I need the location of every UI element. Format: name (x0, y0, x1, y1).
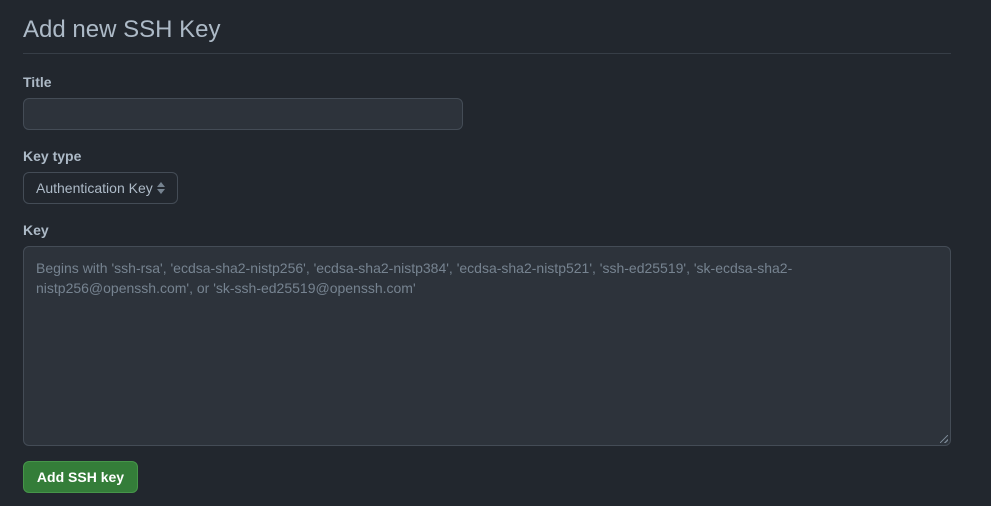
key-type-select[interactable]: Authentication Key (23, 172, 178, 204)
chevron-up-down-icon (153, 180, 169, 196)
add-ssh-key-button[interactable]: Add SSH key (23, 461, 138, 493)
resize-grip-icon[interactable] (940, 435, 948, 443)
title-input[interactable] (23, 98, 463, 130)
key-type-label: Key type (23, 148, 82, 164)
key-placeholder: Begins with 'ssh-rsa', 'ecdsa-sha2-nistp… (36, 260, 793, 296)
key-textarea[interactable]: Begins with 'ssh-rsa', 'ecdsa-sha2-nistp… (23, 246, 951, 446)
key-type-selected-value: Authentication Key (36, 180, 153, 196)
key-label: Key (23, 222, 49, 238)
page-title: Add new SSH Key (23, 0, 951, 54)
title-label: Title (23, 74, 52, 90)
ssh-key-form-page: Add new SSH Key Title Key type Authentic… (0, 0, 991, 506)
